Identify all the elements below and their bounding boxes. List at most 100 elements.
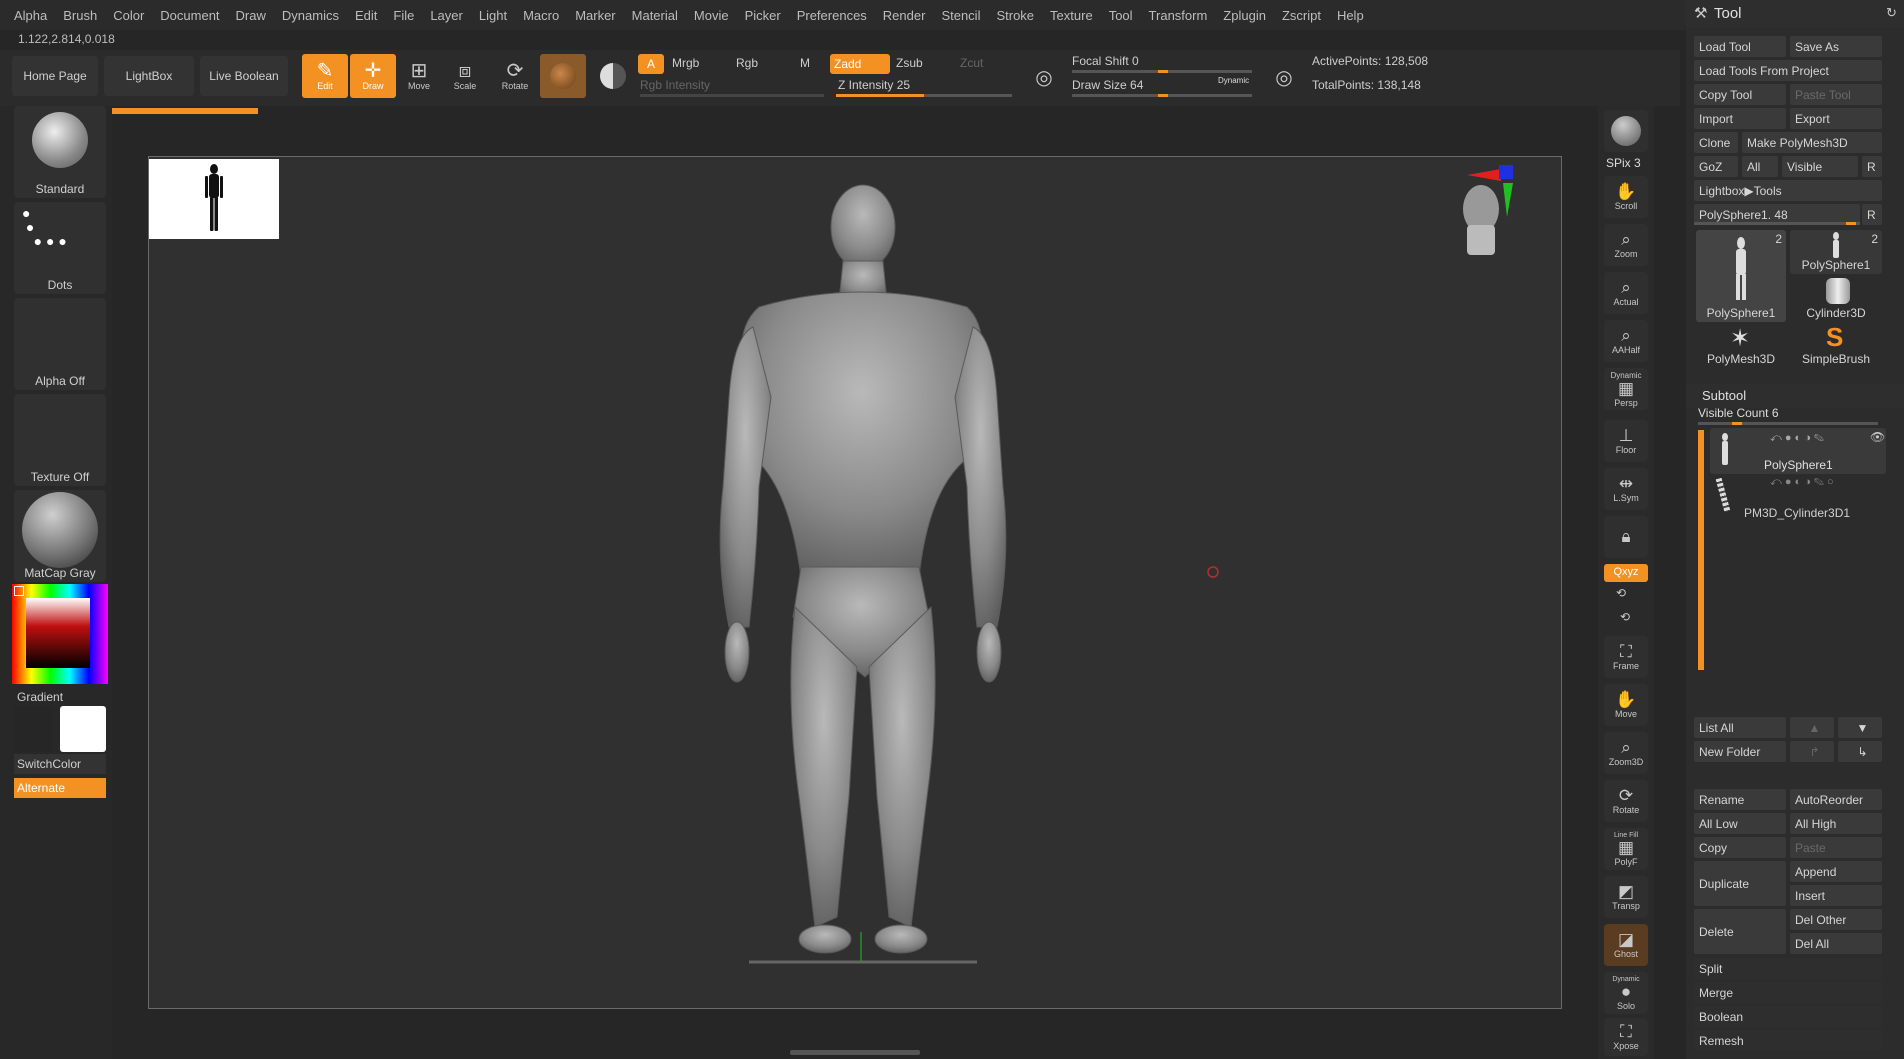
menu-item-zplugin[interactable]: Zplugin xyxy=(1223,8,1266,23)
menu-item-dynamics[interactable]: Dynamics xyxy=(282,8,339,23)
goz-r-button[interactable]: R xyxy=(1862,156,1882,177)
subtool-toggle-icons[interactable]: ⤺ ● ◐ ◑ ✎ ○ xyxy=(1770,476,1834,489)
insert-button[interactable]: Insert xyxy=(1790,885,1882,906)
m-button[interactable]: M xyxy=(800,56,810,70)
split-section[interactable]: Split xyxy=(1694,958,1882,979)
list-all-button[interactable]: List All xyxy=(1694,717,1786,738)
subtool-toggle-icons[interactable]: ⤺ ● ◐ ◑ ✎ xyxy=(1770,432,1824,445)
zsub-button[interactable]: Zsub xyxy=(896,56,923,70)
dynamic-toggle[interactable]: Dynamic xyxy=(1218,76,1249,85)
brush-picker[interactable]: Standard xyxy=(14,106,106,198)
move-down-icon[interactable]: ▼ xyxy=(1838,717,1882,738)
menu-item-color[interactable]: Color xyxy=(113,8,144,23)
boolean-section[interactable]: Boolean xyxy=(1694,1006,1882,1027)
scale-mode-button[interactable]: ⧈ Scale xyxy=(442,54,488,98)
bottom-tray-handle[interactable] xyxy=(790,1050,920,1055)
menu-item-alpha[interactable]: Alpha xyxy=(14,8,47,23)
persp-button[interactable]: Dynamic ▦ Persp xyxy=(1604,368,1648,410)
load-tool-button[interactable]: Load Tool xyxy=(1694,36,1786,57)
home-page-button[interactable]: Home Page xyxy=(12,56,98,96)
color-square[interactable] xyxy=(26,598,90,668)
export-button[interactable]: Export xyxy=(1790,108,1882,129)
import-button[interactable]: Import xyxy=(1694,108,1786,129)
focal-shift-slider[interactable]: Focal Shift 0 xyxy=(1072,54,1139,68)
secondary-color-swatch[interactable] xyxy=(14,706,52,752)
move-mode-button[interactable]: ⊞ Move xyxy=(396,54,442,98)
menu-item-file[interactable]: File xyxy=(393,8,414,23)
actual-button[interactable]: ⌕ Actual xyxy=(1604,272,1648,314)
tool-thumb-polymesh3d[interactable]: ✶ PolyMesh3D xyxy=(1696,324,1786,368)
menu-item-picker[interactable]: Picker xyxy=(745,8,781,23)
zoom3d-button[interactable]: ⌕ Zoom3D xyxy=(1604,732,1648,774)
zoom-button[interactable]: ⌕ Zoom xyxy=(1604,224,1648,266)
menu-item-help[interactable]: Help xyxy=(1337,8,1364,23)
orientation-gizmo[interactable] xyxy=(1459,163,1559,273)
bpr-button[interactable] xyxy=(1604,110,1648,152)
paste-subtool-button[interactable]: Paste xyxy=(1790,837,1882,858)
humanoid-model[interactable] xyxy=(149,157,1563,1010)
draw-mode-button[interactable]: ✛ Draw xyxy=(350,54,396,98)
lightbox-tools-button[interactable]: Lightbox▶Tools xyxy=(1694,180,1882,201)
menu-item-marker[interactable]: Marker xyxy=(575,8,615,23)
menu-item-tool[interactable]: Tool xyxy=(1109,8,1133,23)
goz-button[interactable]: GoZ xyxy=(1694,156,1738,177)
autoreorder-button[interactable]: AutoReorder xyxy=(1790,789,1882,810)
scroll-button[interactable]: ✋ Scroll xyxy=(1604,176,1648,218)
menu-item-macro[interactable]: Macro xyxy=(523,8,559,23)
menu-item-layer[interactable]: Layer xyxy=(430,8,463,23)
duplicate-button[interactable]: Duplicate xyxy=(1694,861,1786,906)
goz-visible-button[interactable]: Visible xyxy=(1782,156,1858,177)
a-button[interactable]: A xyxy=(638,54,664,74)
all-high-button[interactable]: All High xyxy=(1790,813,1882,834)
all-low-button[interactable]: All Low xyxy=(1694,813,1786,834)
menu-item-render[interactable]: Render xyxy=(883,8,926,23)
zcut-button[interactable]: Zcut xyxy=(960,56,983,70)
tool-thumb-polysphere-main[interactable]: 2 PolySphere1 xyxy=(1696,230,1786,322)
del-other-button[interactable]: Del Other xyxy=(1790,909,1882,930)
delete-button[interactable]: Delete xyxy=(1694,909,1786,954)
menu-item-edit[interactable]: Edit xyxy=(355,8,377,23)
tool-thumb-cylinder3d[interactable]: Cylinder3D xyxy=(1790,276,1882,322)
load-tools-from-project-button[interactable]: Load Tools From Project xyxy=(1694,60,1882,81)
goz-all-button[interactable]: All xyxy=(1742,156,1778,177)
rotate-mode-button[interactable]: ⟳ Rotate xyxy=(492,54,538,98)
material-picker[interactable]: MatCap Gray xyxy=(14,490,106,582)
spix-slider[interactable]: SPix 3 xyxy=(1606,156,1641,170)
folder-down-icon[interactable]: ↳ xyxy=(1838,741,1882,762)
menu-item-movie[interactable]: Movie xyxy=(694,8,729,23)
subtool-item[interactable]: ⤺ ● ◐ ◑ ✎ ○ PM3D_Cylinder3D1 xyxy=(1710,476,1886,522)
make-polymesh3d-button[interactable]: Make PolyMesh3D xyxy=(1742,132,1882,153)
rgb-intensity-slider[interactable]: Rgb Intensity xyxy=(640,78,710,92)
tool-header[interactable]: ⚒ Tool ↻ xyxy=(1686,0,1904,28)
move-up-icon[interactable]: ▲ xyxy=(1790,717,1834,738)
folder-up-icon[interactable]: ↱ xyxy=(1790,741,1834,762)
tool-thumb-polysphere[interactable]: 2 PolySphere1 xyxy=(1790,230,1882,274)
visible-count-slider[interactable]: Visible Count 6 xyxy=(1698,406,1779,420)
rotate-z-icon[interactable]: ⟲ xyxy=(1620,610,1630,624)
clone-button[interactable]: Clone xyxy=(1694,132,1738,153)
floor-button[interactable]: ⊥ Floor xyxy=(1604,420,1648,462)
live-boolean-button[interactable]: Live Boolean xyxy=(200,56,288,96)
menu-item-zscript[interactable]: Zscript xyxy=(1282,8,1321,23)
menu-item-brush[interactable]: Brush xyxy=(63,8,97,23)
merge-section[interactable]: Merge xyxy=(1694,982,1882,1003)
rotate-y-icon[interactable]: ⟲ xyxy=(1616,586,1626,600)
lsym-button[interactable]: ⇹ L.Sym xyxy=(1604,468,1648,510)
new-folder-button[interactable]: New Folder xyxy=(1694,741,1786,762)
move-view-button[interactable]: ✋ Move xyxy=(1604,684,1648,726)
color-picker[interactable] xyxy=(12,584,108,684)
polyf-button[interactable]: Line Fill ▦ PolyF xyxy=(1604,828,1648,870)
menu-item-transform[interactable]: Transform xyxy=(1149,8,1208,23)
stroke-picker[interactable]: ● ● ● ● ● Dots xyxy=(14,202,106,294)
copy-tool-button[interactable]: Copy Tool xyxy=(1694,84,1786,105)
mrgb-button[interactable]: Mrgb xyxy=(672,56,699,70)
lock-button[interactable]: 🔒︎ xyxy=(1604,516,1648,558)
lightbox-button[interactable]: LightBox xyxy=(104,56,194,96)
menu-item-light[interactable]: Light xyxy=(479,8,507,23)
rotate-view-button[interactable]: ⟳ Rotate xyxy=(1604,780,1648,822)
subtool-header[interactable]: Subtool xyxy=(1686,384,1904,408)
menu-item-material[interactable]: Material xyxy=(632,8,678,23)
aahalf-button[interactable]: ⌕ AAHalf xyxy=(1604,320,1648,362)
tool-thumb-simplebrush[interactable]: S SimpleBrush xyxy=(1790,322,1882,368)
edit-mode-button[interactable]: ✎ Edit xyxy=(302,54,348,98)
